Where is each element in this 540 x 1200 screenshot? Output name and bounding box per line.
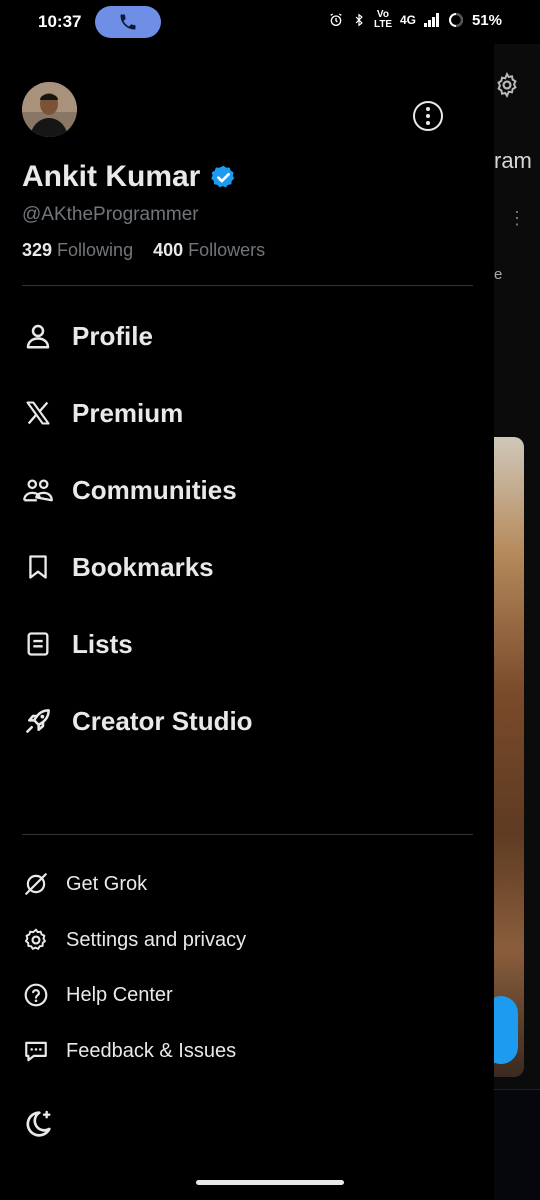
background-partial-title: ram bbox=[494, 148, 532, 173]
nav-label: Bookmarks bbox=[72, 551, 214, 582]
menu-item-label: Settings and privacy bbox=[66, 928, 247, 951]
menu-item-label: Help Center bbox=[66, 983, 173, 1006]
menu-item-feedback[interactable]: Feedback & Issues bbox=[22, 1034, 236, 1068]
nav-item-communities[interactable]: Communities bbox=[22, 468, 237, 512]
following-count[interactable]: 329 bbox=[22, 240, 52, 261]
menu-item-get-grok[interactable]: Get Grok bbox=[22, 867, 147, 901]
battery-icon bbox=[448, 13, 463, 27]
list-icon bbox=[22, 628, 54, 660]
divider bbox=[22, 285, 473, 286]
alarm-icon bbox=[330, 13, 342, 26]
nav-label: Profile bbox=[72, 320, 153, 351]
phone-icon bbox=[120, 14, 136, 30]
followers-count[interactable]: 400 bbox=[153, 240, 183, 261]
background-partial-text: e bbox=[494, 266, 503, 283]
volte-indicator: Vo LTE bbox=[373, 9, 393, 30]
gear-icon bbox=[22, 926, 50, 954]
account-options-button[interactable] bbox=[413, 101, 443, 131]
status-time: 10:37 bbox=[38, 12, 82, 31]
bluetooth-icon bbox=[355, 13, 363, 27]
settings-gear-icon[interactable] bbox=[494, 72, 520, 98]
person-icon bbox=[22, 320, 54, 352]
follow-stats: 329 Following 400 Followers bbox=[22, 240, 265, 261]
status-icons: Vo LTE 4G 51% bbox=[328, 10, 502, 30]
avatar-photo bbox=[22, 82, 77, 137]
profile-handle: @AKtheProgrammer bbox=[22, 204, 199, 225]
status-bar: 10:37 Vo LTE 4G 51% bbox=[0, 0, 540, 44]
rocket-icon bbox=[22, 705, 54, 737]
navigation-drawer: Ankit Kumar @AKtheProgrammer 329 Followi… bbox=[0, 0, 494, 1200]
menu-item-label: Get Grok bbox=[66, 872, 148, 895]
theme-toggle-button[interactable] bbox=[22, 1108, 54, 1140]
help-icon bbox=[22, 981, 50, 1009]
dot bbox=[426, 121, 430, 125]
verified-badge-icon bbox=[211, 165, 235, 187]
nav-item-profile[interactable]: Profile bbox=[22, 314, 153, 358]
more-dots-icon[interactable]: ⋮ bbox=[508, 208, 526, 229]
divider bbox=[22, 834, 473, 835]
background-feed[interactable]: ram ⋮ e bbox=[494, 44, 540, 1200]
nav-label: Communities bbox=[72, 474, 237, 505]
nav-item-creator-studio[interactable]: Creator Studio bbox=[22, 699, 253, 743]
nav-item-bookmarks[interactable]: Bookmarks bbox=[22, 545, 214, 589]
ongoing-call-pill[interactable] bbox=[95, 6, 161, 38]
bookmark-icon bbox=[22, 551, 54, 583]
x-logo-icon bbox=[22, 397, 54, 429]
communities-icon bbox=[22, 474, 54, 506]
nav-item-premium[interactable]: Premium bbox=[22, 391, 183, 435]
nav-label: Creator Studio bbox=[72, 705, 253, 736]
dot bbox=[426, 114, 430, 118]
background-post-image[interactable] bbox=[494, 437, 524, 1077]
battery-percent: 51% bbox=[471, 11, 502, 29]
grok-icon bbox=[22, 870, 50, 898]
home-indicator[interactable] bbox=[196, 1180, 344, 1185]
menu-item-settings[interactable]: Settings and privacy bbox=[22, 923, 246, 957]
profile-name-row: Ankit Kumar bbox=[22, 160, 237, 194]
display-name[interactable]: Ankit Kumar bbox=[22, 160, 200, 194]
following-label[interactable]: Following bbox=[57, 240, 133, 261]
nav-item-lists[interactable]: Lists bbox=[22, 622, 133, 666]
dot bbox=[426, 107, 430, 111]
menu-item-help-center[interactable]: Help Center bbox=[22, 978, 173, 1012]
signal-icon bbox=[423, 13, 439, 27]
menu-item-label: Feedback & Issues bbox=[66, 1039, 237, 1062]
nav-label: Premium bbox=[72, 397, 184, 428]
avatar[interactable] bbox=[22, 82, 77, 137]
network-type: 4G bbox=[399, 13, 416, 27]
nav-label: Lists bbox=[72, 628, 133, 659]
background-bottom-nav bbox=[494, 1089, 540, 1200]
feedback-icon bbox=[22, 1037, 50, 1065]
compose-fab[interactable] bbox=[494, 996, 518, 1064]
followers-label[interactable]: Followers bbox=[188, 240, 265, 261]
moon-sparkle-icon bbox=[26, 1110, 51, 1137]
